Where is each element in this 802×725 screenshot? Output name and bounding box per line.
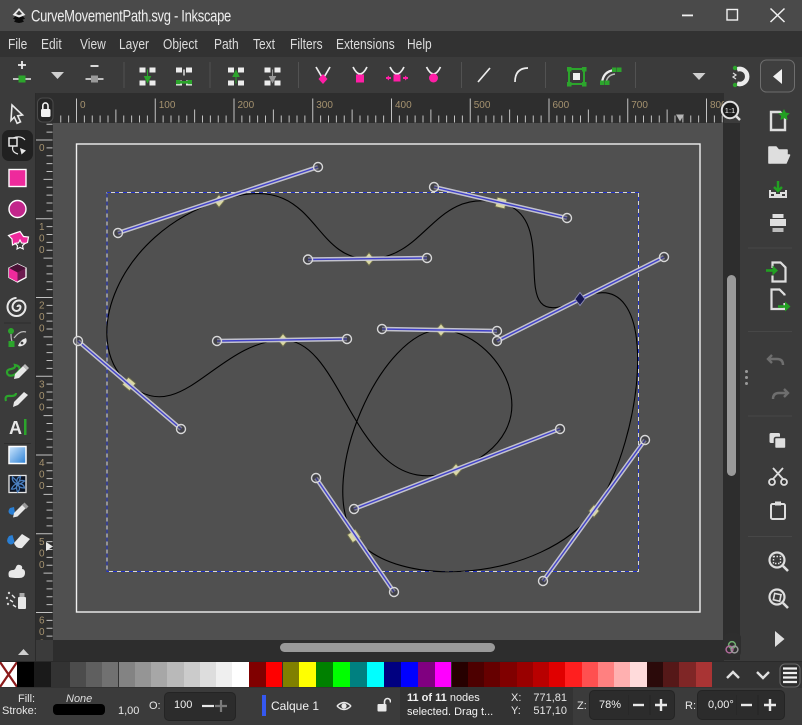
svg-text:100: 100 — [159, 100, 176, 111]
svg-text:400: 400 — [395, 100, 412, 111]
svg-text:300: 300 — [316, 100, 333, 111]
svg-text:0: 0 — [39, 324, 45, 335]
svg-text:0: 0 — [39, 233, 45, 244]
svg-text:0: 0 — [39, 143, 45, 154]
svg-text:2: 2 — [39, 301, 45, 312]
svg-text:0: 0 — [39, 391, 45, 402]
svg-text:1:1: 1:1 — [725, 106, 735, 115]
svg-text:0: 0 — [39, 548, 45, 559]
svg-text:700: 700 — [631, 100, 648, 111]
svg-text:1: 1 — [39, 222, 45, 233]
svg-text:3: 3 — [39, 379, 45, 390]
svg-text:0: 0 — [39, 312, 45, 323]
svg-text:0: 0 — [39, 470, 45, 481]
svg-text:0: 0 — [39, 481, 45, 492]
svg-text:0: 0 — [80, 100, 86, 111]
svg-text:A: A — [9, 418, 22, 438]
svg-text:6: 6 — [39, 616, 45, 627]
svg-text:500: 500 — [474, 100, 491, 111]
svg-text:600: 600 — [553, 100, 570, 111]
svg-text:0: 0 — [39, 402, 45, 413]
svg-text:0: 0 — [39, 639, 45, 641]
svg-text:0: 0 — [39, 245, 45, 256]
svg-text:5: 5 — [39, 537, 45, 548]
svg-text:200: 200 — [238, 100, 255, 111]
svg-text:0: 0 — [39, 627, 45, 638]
svg-text:0: 0 — [39, 560, 45, 571]
svg-text:4: 4 — [39, 458, 45, 469]
